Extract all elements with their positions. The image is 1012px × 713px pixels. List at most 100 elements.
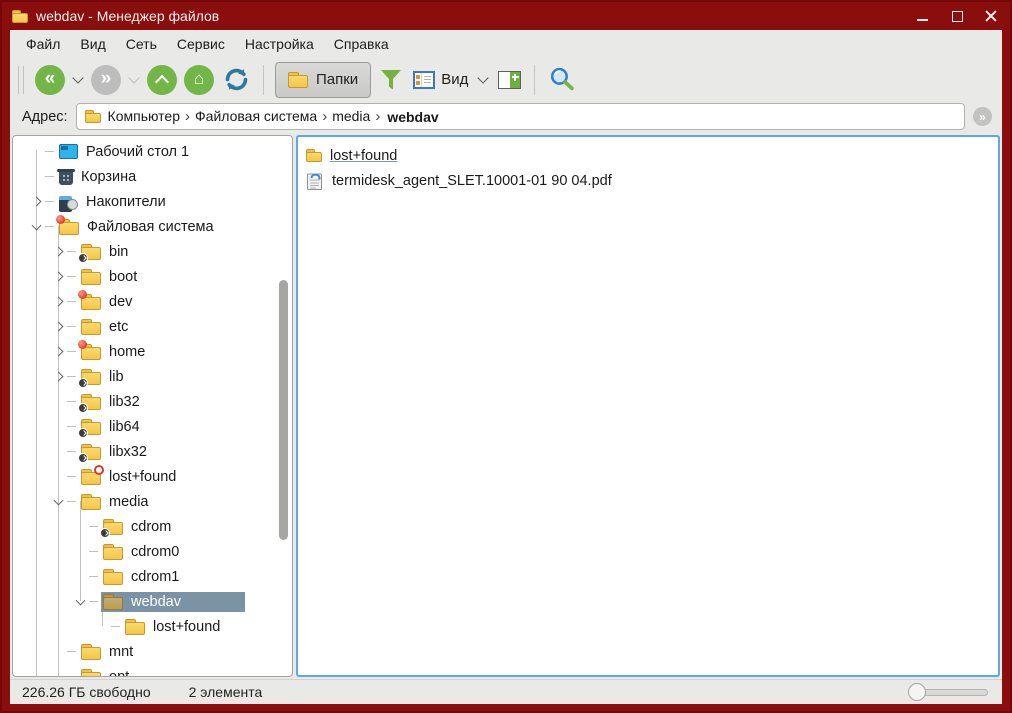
folder-icon [125,619,145,635]
expander-icon[interactable] [50,318,67,335]
tree-scrollbar[interactable] [279,280,288,540]
forward-history-dropdown[interactable] [128,75,140,84]
tree-item-cdrom[interactable]: cdrom [13,514,292,539]
go-button[interactable]: » [973,107,992,126]
menu-network[interactable]: Сеть [116,32,167,56]
expander-icon[interactable] [72,593,89,610]
tree-item-boot[interactable]: boot [13,264,292,289]
breadcrumb-computer: Компьютер [108,108,195,125]
tree-item-media[interactable]: media [13,489,292,514]
free-space-text: 226.26 ГБ свободно [22,684,151,700]
menu-file[interactable]: Файл [16,32,70,56]
view-mode-dropdown[interactable] [477,75,489,84]
minimize-icon[interactable] [916,9,930,23]
back-history-dropdown[interactable] [72,75,84,84]
tree-item-lostfound[interactable]: lost+found [13,464,292,489]
toolbar-separator [534,65,535,95]
drives-icon [59,194,78,209]
toolbar: « » ⌂ [10,58,1002,101]
folder-symlink-icon [81,444,101,460]
client-area: Файл Вид Сеть Сервис Настройка Справка «… [10,30,1002,704]
view-button-label: Вид [441,71,468,88]
tree-item-lib[interactable]: lib [13,364,292,389]
tree-item-trash[interactable]: Корзина [13,164,292,189]
tree-item-etc[interactable]: etc [13,314,292,339]
zoom-slider-knob[interactable] [908,683,926,701]
filter-funnel-icon [380,67,402,93]
items-count-text: 2 элемента [189,684,263,700]
folder-icon [81,344,101,360]
toolbar-separator [263,65,264,95]
split-view-icon [498,71,521,89]
home-button[interactable]: ⌂ [184,65,214,95]
forward-button[interactable]: » [91,65,121,95]
tree-item-libx32[interactable]: libx32 [13,439,292,464]
forward-icon: » [101,69,112,88]
tree-item-dev[interactable]: dev [13,289,292,314]
tree-item-lib64[interactable]: lib64 [13,414,292,439]
file-list-panel: lost+found termidesk_agent_SLET.10001-01… [296,135,1000,677]
tree-item-opt[interactable]: opt [13,664,292,677]
tree-item-webdav[interactable]: webdav [13,589,292,614]
tree-item-filesystem[interactable]: Файловая система [13,214,292,239]
view-mode-icon [413,71,435,89]
expander-icon[interactable] [50,343,67,360]
folder-symlink-icon [81,394,101,410]
expander-icon[interactable] [50,368,67,385]
folder-icon [81,669,101,678]
tree-item-bin[interactable]: bin [13,239,292,264]
back-button[interactable]: « [35,65,65,95]
filter-button[interactable] [378,65,404,95]
breadcrumb-webdav: webdav [387,109,438,125]
tree-item-home[interactable]: home [13,339,292,364]
home-icon: ⌂ [194,70,204,87]
menu-settings[interactable]: Настройка [235,32,324,56]
arrow-up-icon [155,75,169,89]
split-view-button[interactable] [496,69,523,91]
folder-tree-panel: Рабочий стол 1 Корзина Накопители Файлов… [12,135,293,677]
folder-icon [81,644,101,660]
refresh-button[interactable] [221,64,252,95]
menu-service[interactable]: Сервис [167,32,235,56]
expander-icon[interactable] [50,493,67,510]
folders-button-label: Папки [316,71,358,88]
folders-toggle-button[interactable]: Папки [275,62,371,98]
zoom-slider-track[interactable] [916,689,988,696]
chevron-down-icon [478,72,489,83]
tree-item-mnt[interactable]: mnt [13,639,292,664]
search-icon [548,66,575,93]
file-item-lostfound[interactable]: lost+found [306,143,990,168]
trash-icon [59,169,73,185]
folder-icon [288,72,308,88]
tree-item-webdav-lostfound[interactable]: lost+found [13,614,292,639]
expander-icon[interactable] [50,293,67,310]
chevron-down-icon [72,72,83,83]
address-input[interactable]: Компьютер Файловая система media webdav [76,103,965,130]
view-mode-button[interactable]: Вид [411,69,470,91]
tree-item-drives[interactable]: Накопители [13,189,292,214]
tree-item-cdrom1[interactable]: cdrom1 [13,564,292,589]
up-button[interactable] [147,65,177,95]
folder-icon [306,149,322,162]
close-icon[interactable] [984,9,998,23]
tree-item-desktop[interactable]: Рабочий стол 1 [13,139,292,164]
file-item-pdf[interactable]: termidesk_agent_SLET.10001-01 90 04.pdf [306,168,990,193]
expander-icon[interactable] [50,243,67,260]
menu-help[interactable]: Справка [324,32,399,56]
zoom-slider[interactable] [908,682,988,702]
expander-icon[interactable] [28,193,45,210]
go-icon: » [979,111,986,123]
tree-item-lib32[interactable]: lib32 [13,389,292,414]
menu-view[interactable]: Вид [70,32,115,56]
folder-icon [81,294,101,310]
toolbar-grip[interactable] [18,66,24,94]
folder-symlink-icon [81,369,101,385]
tree-item-cdrom0[interactable]: cdrom0 [13,539,292,564]
folder-icon [81,494,101,510]
back-icon: « [45,69,56,88]
search-button[interactable] [546,64,577,95]
maximize-icon[interactable] [950,9,964,23]
expander-icon[interactable] [28,218,45,235]
breadcrumb-filesystem: Файловая система [195,108,332,125]
expander-icon[interactable] [50,268,67,285]
